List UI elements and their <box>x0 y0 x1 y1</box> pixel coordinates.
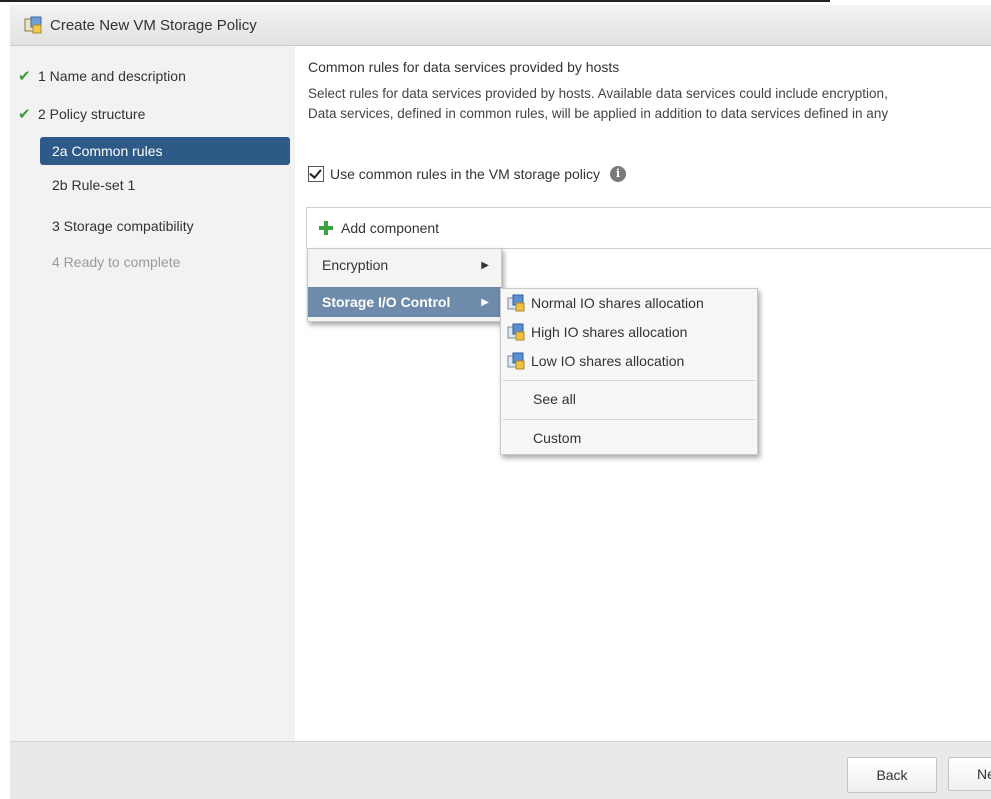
submenu-item-normal-io[interactable]: Normal IO shares allocation <box>501 289 757 317</box>
menu-divider <box>503 419 755 420</box>
step-label: 2a Common rules <box>52 143 163 159</box>
add-component-label: Add component <box>341 220 440 236</box>
storage-policy-icon <box>24 16 42 34</box>
policy-icon <box>507 294 525 312</box>
window-title: Create New VM Storage Policy <box>50 16 257 34</box>
policy-icon <box>507 323 525 341</box>
top-border <box>0 0 830 2</box>
menu-item-label: Storage I/O Control <box>322 294 451 310</box>
window-titlebar: Create New VM Storage Policy <box>10 5 991 46</box>
section-description: Select rules for data services provided … <box>308 84 888 124</box>
step-label: 1 Name and description <box>38 68 186 84</box>
step-storage-compatibility[interactable]: 3 Storage compatibility <box>52 212 194 240</box>
check-icon: ✔ <box>18 68 31 85</box>
info-icon[interactable]: i <box>610 166 626 182</box>
use-common-rules-checkbox[interactable] <box>308 166 324 182</box>
submenu-item-high-io[interactable]: High IO shares allocation <box>501 318 757 346</box>
submenu-item-label: High IO shares allocation <box>531 324 688 340</box>
check-icon: ✔ <box>18 106 31 123</box>
menu-divider <box>503 380 755 381</box>
component-menu: Encryption ▶ Storage I/O Control ▶ <box>307 248 502 322</box>
submenu-item-see-all[interactable]: See all <box>501 385 757 413</box>
step-label: 2 Policy structure <box>38 106 146 122</box>
submenu-item-label: See all <box>533 391 576 407</box>
description-line: Data services, defined in common rules, … <box>308 106 889 121</box>
use-common-rules-label: Use common rules in the VM storage polic… <box>330 166 600 182</box>
submenu-item-label: Normal IO shares allocation <box>531 295 704 311</box>
step-label: 3 Storage compatibility <box>52 218 194 234</box>
submenu-item-label: Low IO shares allocation <box>531 353 685 369</box>
menu-item-label: Encryption <box>322 257 389 273</box>
step-ready-to-complete: 4 Ready to complete <box>52 248 180 276</box>
submenu-item-label: Custom <box>533 430 582 446</box>
plus-icon <box>319 221 333 235</box>
add-component-button[interactable]: Add component <box>306 207 991 249</box>
menu-item-storage-io-control[interactable]: Storage I/O Control ▶ <box>308 287 501 317</box>
menu-item-encryption[interactable]: Encryption ▶ <box>308 250 501 280</box>
submenu-arrow-icon: ▶ <box>481 259 489 271</box>
step-common-rules[interactable]: 2a Common rules <box>40 137 290 165</box>
submenu-item-low-io[interactable]: Low IO shares allocation <box>501 347 757 375</box>
description-line: Select rules for data services provided … <box>308 86 888 101</box>
submenu-arrow-icon: ▶ <box>481 296 489 308</box>
section-title: Common rules for data services provided … <box>308 59 620 75</box>
step-label: 2b Rule-set 1 <box>52 177 136 193</box>
step-name-and-description[interactable]: ✔ 1 Name and description <box>10 62 186 90</box>
wizard-steps: ✔ 1 Name and description ✔ 2 Policy stru… <box>10 46 295 741</box>
use-common-rules-row: Use common rules in the VM storage polic… <box>308 166 626 182</box>
submenu-item-custom[interactable]: Custom <box>501 424 757 452</box>
back-button[interactable]: Back <box>847 757 937 793</box>
step-rule-set-1[interactable]: 2b Rule-set 1 <box>40 171 290 199</box>
storage-io-submenu: Normal IO shares allocation High IO shar… <box>500 288 758 455</box>
next-button[interactable]: Ne <box>948 757 991 791</box>
wizard-footer: Back Ne <box>10 741 991 799</box>
step-policy-structure[interactable]: ✔ 2 Policy structure <box>10 100 145 128</box>
policy-icon <box>507 352 525 370</box>
step-label: 4 Ready to complete <box>52 254 181 270</box>
